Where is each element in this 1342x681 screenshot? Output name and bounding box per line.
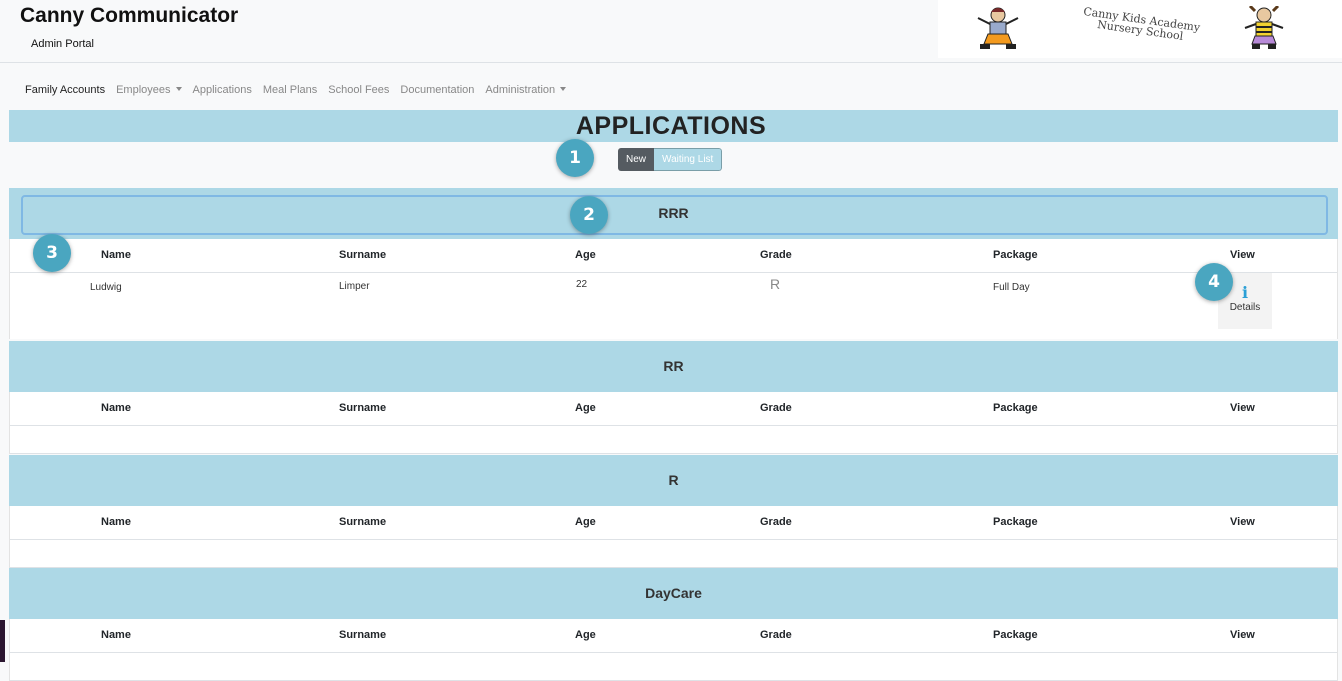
column-header-package: Package bbox=[993, 629, 1038, 641]
column-header-surname: Surname bbox=[339, 402, 387, 414]
caret-down-icon bbox=[560, 87, 567, 91]
cell-grade: R bbox=[770, 276, 781, 292]
new-button[interactable]: New bbox=[618, 148, 655, 171]
app-subtitle: Admin Portal bbox=[31, 38, 94, 50]
table-header-row: Name Surname Age Grade Package View bbox=[10, 239, 1337, 273]
caret-down-icon bbox=[175, 87, 182, 91]
column-header-age: Age bbox=[575, 249, 596, 261]
table-row: Ludwig Limper 22 R Full Day i Details bbox=[10, 273, 1337, 339]
column-header-package: Package bbox=[993, 516, 1038, 528]
section-r: R Name Surname Age Grade Package View bbox=[9, 455, 1338, 568]
app-title: Canny Communicator bbox=[20, 4, 239, 27]
section-rr: RR Name Surname Age Grade Package View bbox=[9, 341, 1338, 454]
kid-figure-left-icon bbox=[977, 7, 1019, 49]
applications-table: Name Surname Age Grade Package View bbox=[9, 506, 1338, 568]
column-header-name: Name bbox=[101, 629, 131, 641]
app-header: Canny Communicator Admin Portal Canny Ki… bbox=[0, 0, 1342, 63]
column-header-name: Name bbox=[101, 402, 131, 414]
column-header-grade: Grade bbox=[760, 516, 792, 528]
section-daycare: DayCare Name Surname Age Grade Package V… bbox=[9, 568, 1338, 681]
column-header-grade: Grade bbox=[760, 402, 792, 414]
column-header-name: Name bbox=[101, 249, 131, 261]
callout-marker-2: 2 bbox=[570, 196, 608, 234]
window-edge bbox=[0, 620, 5, 662]
section-title: RR bbox=[9, 341, 1338, 392]
applications-table: Name Surname Age Grade Package View Ludw… bbox=[9, 239, 1338, 339]
column-header-package: Package bbox=[993, 402, 1038, 414]
column-header-grade: Grade bbox=[760, 629, 792, 641]
callout-marker-3: 3 bbox=[33, 234, 71, 272]
column-header-surname: Surname bbox=[339, 249, 387, 261]
nav-school-fees[interactable]: School Fees bbox=[328, 84, 389, 96]
column-header-age: Age bbox=[575, 516, 596, 528]
cell-age: 22 bbox=[576, 279, 588, 290]
empty-table-row bbox=[10, 540, 1337, 568]
column-header-package: Package bbox=[993, 249, 1038, 261]
section-title: R bbox=[9, 455, 1338, 506]
empty-table-row bbox=[10, 653, 1337, 681]
cell-surname: Limper bbox=[339, 281, 370, 292]
nav-family-accounts[interactable]: Family Accounts bbox=[25, 84, 105, 96]
callout-marker-4: 4 bbox=[1195, 263, 1233, 301]
nav-employees-dropdown[interactable]: Employees bbox=[116, 84, 182, 96]
section-highlight-box bbox=[21, 195, 1328, 235]
waiting-list-button[interactable]: Waiting List bbox=[654, 148, 723, 171]
cell-package: Full Day bbox=[993, 282, 1030, 293]
table-header-row: Name Surname Age Grade Package View bbox=[10, 506, 1337, 540]
applications-table: Name Surname Age Grade Package View bbox=[9, 619, 1338, 681]
main-nav: Family Accounts Employees Applications M… bbox=[25, 84, 567, 96]
nav-applications[interactable]: Applications bbox=[193, 84, 252, 96]
table-header-row: Name Surname Age Grade Package View bbox=[10, 619, 1337, 653]
column-header-surname: Surname bbox=[339, 516, 387, 528]
section-rrr: RRR Name Surname Age Grade Package View … bbox=[9, 188, 1338, 339]
nav-documentation[interactable]: Documentation bbox=[400, 84, 474, 96]
table-header-row: Name Surname Age Grade Package View bbox=[10, 392, 1337, 426]
column-header-view: View bbox=[1230, 249, 1255, 261]
column-header-view: View bbox=[1230, 402, 1255, 414]
column-header-view: View bbox=[1230, 516, 1255, 528]
column-header-name: Name bbox=[101, 516, 131, 528]
column-header-age: Age bbox=[575, 402, 596, 414]
column-header-age: Age bbox=[575, 629, 596, 641]
application-status-toggle: New Waiting List bbox=[618, 148, 723, 171]
column-header-grade: Grade bbox=[760, 249, 792, 261]
nav-meal-plans[interactable]: Meal Plans bbox=[263, 84, 317, 96]
nav-administration-dropdown[interactable]: Administration bbox=[485, 84, 567, 96]
section-title: DayCare bbox=[9, 568, 1338, 619]
applications-table: Name Surname Age Grade Package View bbox=[9, 392, 1338, 454]
kid-figure-right-icon bbox=[1244, 6, 1284, 49]
callout-marker-1: 1 bbox=[556, 139, 594, 177]
details-label: Details bbox=[1229, 302, 1261, 313]
cell-name: Ludwig bbox=[90, 282, 122, 293]
column-header-view: View bbox=[1230, 629, 1255, 641]
empty-table-row bbox=[10, 426, 1337, 454]
column-header-surname: Surname bbox=[339, 629, 387, 641]
page-title: APPLICATIONS bbox=[575, 112, 767, 140]
